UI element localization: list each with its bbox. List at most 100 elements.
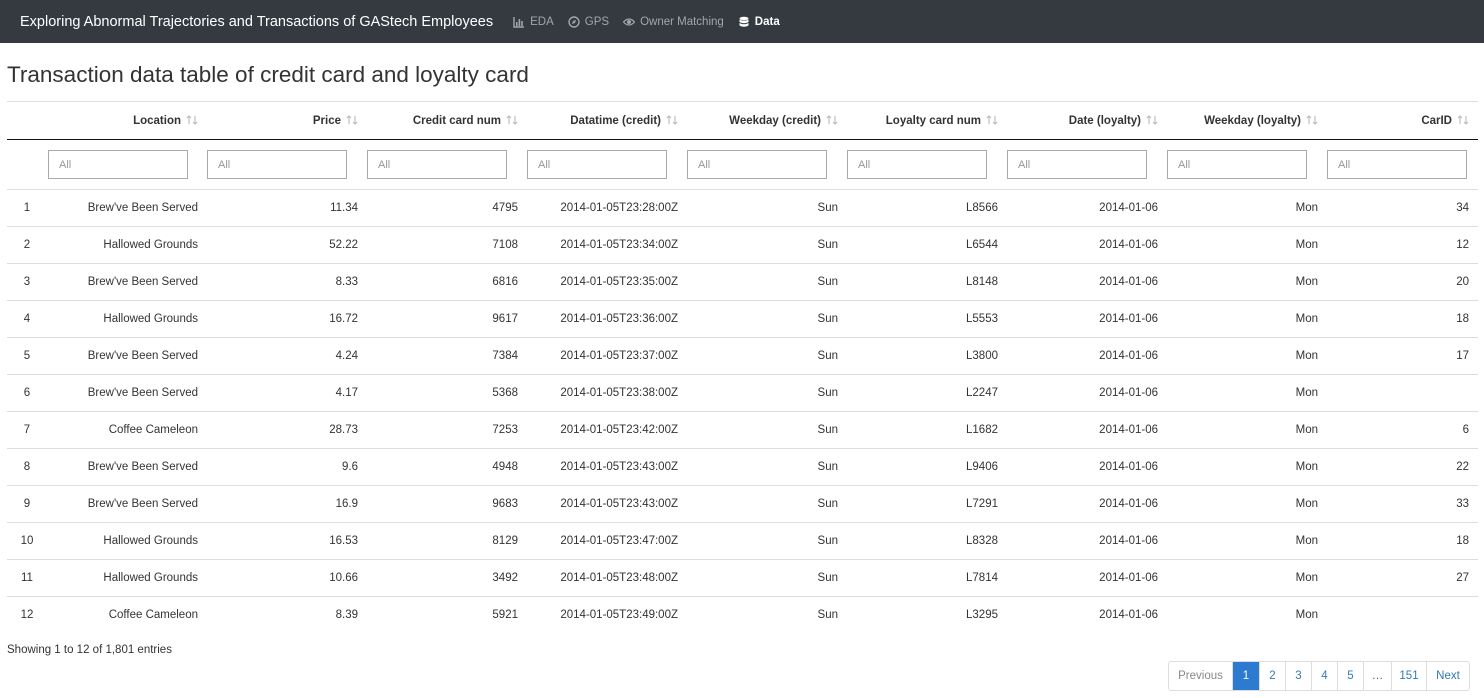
pagination-page-button[interactable]: 1	[1232, 662, 1259, 690]
table-cell: Mon	[1167, 337, 1327, 375]
sort-icon[interactable]	[826, 115, 838, 126]
filter-cell-index	[7, 140, 47, 190]
table-cell: Hallowed Grounds	[47, 226, 207, 264]
sort-icon[interactable]	[346, 115, 358, 126]
pagination-page-button[interactable]: 151	[1391, 662, 1426, 690]
table-cell: Brew've Been Served	[47, 448, 207, 486]
table-cell: Mon	[1167, 485, 1327, 523]
filter-cell: All	[687, 140, 847, 190]
column-header[interactable]: Weekday (credit)	[687, 101, 847, 140]
table-row[interactable]: 8 Brew've Been Served 9.6 4948 2014-01-05T23…	[7, 448, 1478, 486]
nav-tab-owner-matching[interactable]: Owner Matching	[623, 16, 724, 28]
nav-tab-data[interactable]: Data	[738, 16, 780, 28]
table-cell: Mon	[1167, 411, 1327, 449]
column-filter-input[interactable]: All	[367, 150, 507, 179]
table-cell: L3295	[847, 596, 1007, 634]
column-filter-input[interactable]: All	[847, 150, 987, 179]
pagination-page-button[interactable]: 3	[1285, 662, 1311, 690]
column-header-label: Datatime (credit)	[570, 114, 661, 127]
column-header[interactable]: Loyalty card num	[847, 101, 1007, 140]
column-filter-input[interactable]: All	[1327, 150, 1467, 179]
nav-tab-eda[interactable]: EDA	[513, 16, 554, 28]
table-row[interactable]: 1 Brew've Been Served 11.34 4795 2014-01-05T…	[7, 189, 1478, 227]
table-cell: 17	[1327, 337, 1478, 375]
filter-cell: All	[847, 140, 1007, 190]
sort-icon[interactable]	[1457, 115, 1469, 126]
table-row[interactable]: 5 Brew've Been Served 4.24 7384 2014-01-05T2…	[7, 337, 1478, 375]
row-index-cell: 11	[7, 559, 47, 597]
column-filter-input[interactable]: All	[207, 150, 347, 179]
table-cell: 4.17	[207, 374, 367, 412]
table-cell: 8.39	[207, 596, 367, 634]
table-row[interactable]: 9 Brew've Been Served 16.9 9683 2014-01-05T2…	[7, 485, 1478, 523]
table-cell: 2014-01-05T23:43:00Z	[527, 448, 687, 486]
filter-cell: All	[1327, 140, 1478, 190]
table-cell: 2014-01-05T23:28:00Z	[527, 189, 687, 227]
column-header-label: Location	[133, 114, 181, 127]
table-row[interactable]: 4 Hallowed Grounds 16.72 9617 2014-01-05T23:…	[7, 300, 1478, 338]
pagination-next-button[interactable]: Next	[1426, 662, 1469, 690]
table-cell: L2247	[847, 374, 1007, 412]
table-cell: 2014-01-05T23:42:00Z	[527, 411, 687, 449]
column-header[interactable]: Date (loyalty)	[1007, 101, 1167, 140]
row-index-cell: 4	[7, 300, 47, 338]
table-cell: 2014-01-05T23:37:00Z	[527, 337, 687, 375]
row-index-cell: 2	[7, 226, 47, 264]
sort-icon[interactable]	[1146, 115, 1158, 126]
pagination-page-button[interactable]: 2	[1259, 662, 1285, 690]
sort-icon[interactable]	[986, 115, 998, 126]
sort-icon[interactable]	[666, 115, 678, 126]
row-index-cell: 5	[7, 337, 47, 375]
table-row[interactable]: 7 Coffee Cameleon 28.73 7253 2014-01-05T23:4…	[7, 411, 1478, 449]
table-cell: 2014-01-06	[1007, 374, 1167, 412]
column-filter-input[interactable]: All	[48, 150, 188, 179]
column-header[interactable]: CarID	[1327, 101, 1478, 140]
table-cell: Mon	[1167, 374, 1327, 412]
table-cell: 8.33	[207, 263, 367, 301]
table-cell: L8148	[847, 263, 1007, 301]
sort-icon[interactable]	[186, 115, 198, 126]
table-cell: 2014-01-06	[1007, 411, 1167, 449]
row-index-cell: 9	[7, 485, 47, 523]
pagination-page-button[interactable]: 5	[1337, 662, 1363, 690]
row-index-cell: 8	[7, 448, 47, 486]
pagination-page-button[interactable]: 4	[1311, 662, 1337, 690]
table-cell: 2014-01-06	[1007, 522, 1167, 560]
table-row[interactable]: 12 Coffee Cameleon 8.39 5921 2014-01-05T23:4…	[7, 596, 1478, 634]
table-cell: 2014-01-06	[1007, 485, 1167, 523]
column-header[interactable]: Weekday (loyalty)	[1167, 101, 1327, 140]
column-header-label: Loyalty card num	[885, 114, 981, 127]
column-header[interactable]: Datatime (credit)	[527, 101, 687, 140]
nav-tab-gps[interactable]: GPS	[568, 16, 609, 28]
column-filter-input[interactable]: All	[1167, 150, 1307, 179]
table-cell: 3492	[367, 559, 527, 597]
table-cell: 2014-01-05T23:48:00Z	[527, 559, 687, 597]
table-cell: L5553	[847, 300, 1007, 338]
table-cell: 2014-01-05T23:49:00Z	[527, 596, 687, 634]
bar-chart-icon	[513, 16, 525, 28]
table-cell: Sun	[687, 596, 847, 634]
app-title[interactable]: Exploring Abnormal Trajectories and Tran…	[20, 14, 493, 30]
table-cell: 9617	[367, 300, 527, 338]
sort-icon[interactable]	[1306, 115, 1318, 126]
table-row[interactable]: 11 Hallowed Grounds 10.66 3492 2014-01-05T23…	[7, 559, 1478, 597]
table-row[interactable]: 2 Hallowed Grounds 52.22 7108 2014-01-05T23:…	[7, 226, 1478, 264]
nav-tab-label: Owner Matching	[640, 15, 724, 28]
table-cell: Mon	[1167, 263, 1327, 301]
table-row[interactable]: 10 Hallowed Grounds 16.53 8129 2014-01-05T23…	[7, 522, 1478, 560]
table-row[interactable]: 6 Brew've Been Served 4.17 5368 2014-01-05T2…	[7, 374, 1478, 412]
filter-cell: All	[47, 140, 207, 190]
table-cell: L3800	[847, 337, 1007, 375]
column-header[interactable]: Credit card num	[367, 101, 527, 140]
filter-cell: All	[1167, 140, 1327, 190]
table-row[interactable]: 3 Brew've Been Served 8.33 6816 2014-01-05T2…	[7, 263, 1478, 301]
column-header[interactable]: Price	[207, 101, 367, 140]
column-filter-input[interactable]: All	[687, 150, 827, 179]
sort-icon[interactable]	[506, 115, 518, 126]
column-header-label: Credit card num	[412, 114, 501, 127]
column-filter-input[interactable]: All	[527, 150, 667, 179]
table-cell: Sun	[687, 411, 847, 449]
column-header[interactable]: Location	[47, 101, 207, 140]
column-filter-input[interactable]: All	[1007, 150, 1147, 179]
pagination-previous-button[interactable]: Previous	[1169, 662, 1232, 690]
